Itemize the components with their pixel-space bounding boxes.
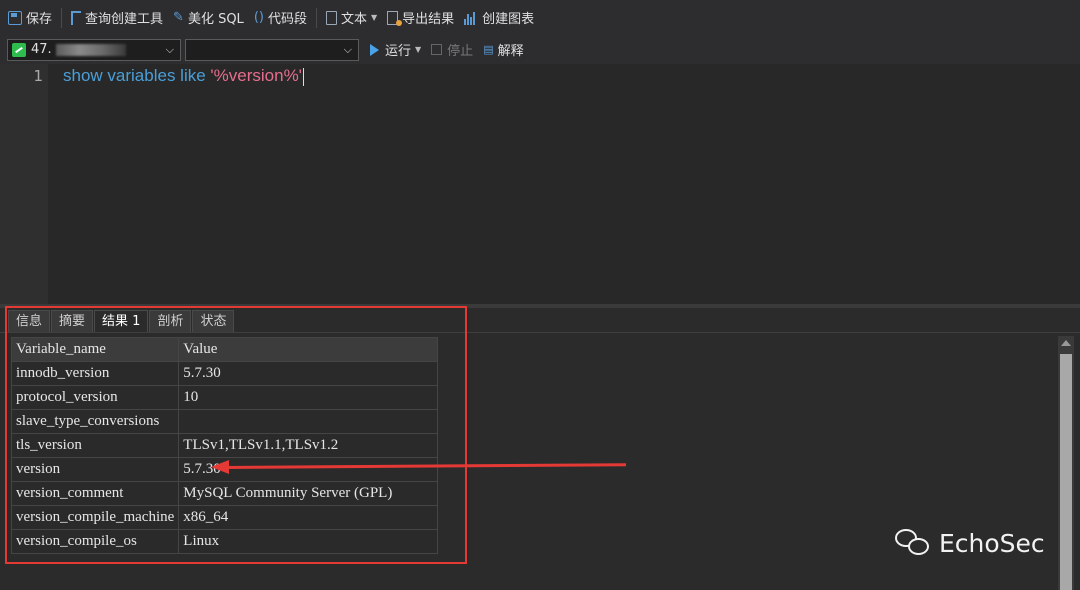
grid-header-row: Variable_name Value — [10, 337, 439, 362]
text-cursor — [302, 67, 304, 86]
column-header-value[interactable]: Value — [178, 337, 439, 362]
connection-select[interactable]: 47. ⌵ — [7, 38, 181, 61]
variable-name-cell[interactable]: version_compile_os — [10, 529, 180, 554]
bar-chart-icon — [464, 11, 478, 25]
text-mode-label: 文本 — [340, 12, 367, 27]
create-chart-label: 创建图表 — [482, 12, 535, 27]
create-chart-button[interactable]: 创建图表 — [459, 5, 539, 31]
table-row[interactable]: protocol_version 10 — [10, 385, 439, 410]
value-cell[interactable] — [178, 409, 439, 434]
chevron-down-icon: ⌵ — [165, 42, 174, 56]
run-toolbar: 47. ⌵ ⌵ 运行 ▼ 停止 ▤ 解释 — [0, 35, 1080, 64]
explain-button[interactable]: ▤ 解释 — [478, 37, 528, 63]
line-number-gutter: 1 — [0, 64, 48, 304]
connection-name: 47. — [31, 42, 52, 57]
variable-name-cell[interactable]: version_compile_machine — [10, 505, 180, 530]
column-header-variable-name[interactable]: Variable_name — [10, 337, 180, 362]
variable-name-cell[interactable]: version — [10, 457, 180, 482]
wechat-icon — [895, 527, 931, 559]
save-icon — [8, 10, 22, 25]
save-label: 保存 — [26, 12, 53, 27]
chevron-down-icon: ⌵ — [343, 42, 352, 56]
export-results-button[interactable]: 导出结果 — [382, 5, 459, 31]
value-cell[interactable]: 5.7.30 — [178, 361, 439, 386]
vertical-scrollbar[interactable] — [1058, 336, 1074, 590]
watermark-text: EchoSec — [939, 528, 1045, 558]
tab-result-1[interactable]: 结果 1 — [94, 310, 149, 332]
code-snippet-label: 代码段 — [267, 12, 307, 27]
play-icon — [370, 43, 379, 56]
table-row[interactable]: tls_version TLSv1,TLSv1.1,TLSv1.2 — [10, 433, 439, 458]
sql-code-line[interactable]: show variables like '%version%' — [63, 66, 304, 86]
scroll-up-icon[interactable] — [1061, 340, 1071, 346]
result-tabs: 信息 摘要 结果 1 剖析 状态 — [8, 310, 235, 332]
sql-keywords: show variables like — [63, 66, 211, 85]
explain-label: 解释 — [497, 44, 524, 59]
table-row[interactable]: innodb_version 5.7.30 — [10, 361, 439, 386]
caret-down-icon: ▼ — [415, 45, 422, 54]
scrollbar-thumb[interactable] — [1060, 354, 1072, 590]
table-row[interactable]: slave_type_conversions — [10, 409, 439, 434]
query-builder-label: 查询创建工具 — [85, 12, 164, 27]
code-snippet-button[interactable]: () 代码段 — [249, 5, 312, 31]
value-cell[interactable]: 10 — [178, 385, 439, 410]
toolbar-divider — [61, 7, 63, 28]
variable-name-cell[interactable]: version_comment — [10, 481, 180, 506]
tab-status[interactable]: 状态 — [192, 310, 235, 332]
beautify-sql-label: 美化 SQL — [187, 12, 244, 27]
explain-icon: ▤ — [483, 43, 494, 56]
variable-name-cell[interactable]: tls_version — [10, 433, 180, 458]
sql-editor[interactable]: 1 show variables like '%version%' — [0, 64, 1080, 304]
sql-string-literal: '%version%' — [210, 66, 302, 85]
mysql-connection-icon — [12, 42, 26, 57]
query-builder-icon — [71, 10, 82, 25]
stop-button[interactable]: 停止 — [426, 37, 478, 63]
annotation-arrow-icon — [211, 460, 229, 474]
variable-name-cell[interactable]: slave_type_conversions — [10, 409, 180, 434]
tab-info[interactable]: 信息 — [8, 310, 51, 332]
value-cell[interactable]: x86_64 — [178, 505, 439, 530]
variable-name-cell[interactable]: innodb_version — [10, 361, 180, 386]
beautify-sql-button[interactable]: ✎ 美化 SQL — [168, 5, 249, 31]
magic-wand-icon: ✎ — [173, 10, 184, 25]
tab-profile[interactable]: 剖析 — [149, 310, 192, 332]
table-row[interactable]: version_comment MySQL Community Server (… — [10, 481, 439, 506]
export-results-label: 导出结果 — [402, 12, 455, 27]
line-number: 1 — [33, 67, 43, 85]
query-builder-button[interactable]: 查询创建工具 — [66, 5, 168, 31]
document-icon — [325, 10, 337, 25]
redacted-host — [55, 43, 126, 56]
tab-divider — [0, 332, 1080, 333]
save-button[interactable]: 保存 — [3, 5, 57, 31]
result-grid[interactable]: Variable_name Value innodb_version 5.7.3… — [10, 337, 439, 554]
table-row[interactable]: version_compile_machine x86_64 — [10, 505, 439, 530]
value-cell[interactable]: TLSv1,TLSv1.1,TLSv1.2 — [178, 433, 439, 458]
text-mode-dropdown[interactable]: 文本 ▼ — [321, 5, 382, 31]
export-icon — [387, 10, 403, 26]
database-select[interactable]: ⌵ — [185, 38, 359, 61]
stop-label: 停止 — [447, 44, 474, 59]
value-cell[interactable]: Linux — [178, 529, 439, 554]
stop-icon — [431, 44, 443, 55]
toolbar-divider — [315, 7, 317, 28]
table-row[interactable]: version_compile_os Linux — [10, 529, 439, 554]
tab-summary[interactable]: 摘要 — [51, 310, 94, 332]
main-toolbar: 保存 查询创建工具 ✎ 美化 SQL () 代码段 文本 ▼ 导出结果 创建图表 — [0, 0, 1080, 35]
caret-down-icon: ▼ — [371, 13, 378, 22]
run-button[interactable]: 运行 ▼ — [365, 37, 426, 63]
variable-name-cell[interactable]: protocol_version — [10, 385, 180, 410]
run-label: 运行 — [385, 44, 412, 59]
value-cell[interactable]: MySQL Community Server (GPL) — [178, 481, 439, 506]
braces-icon: () — [253, 10, 264, 25]
watermark: EchoSec — [895, 527, 1045, 559]
